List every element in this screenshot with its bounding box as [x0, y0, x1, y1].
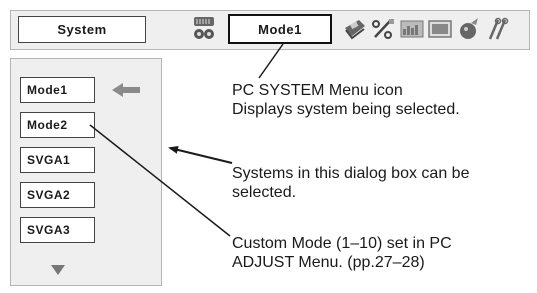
custom-mode-callout-line1: Custom Mode (1–10) set in PC	[232, 235, 452, 252]
custom-mode-callout-line	[89, 124, 231, 237]
systems-callout-arrow	[168, 145, 233, 164]
systems-dialog-callout-line2: selected.	[232, 184, 297, 201]
pc-system-callout-line2: Displays system being selected.	[232, 101, 460, 118]
pc-system-callout-line	[258, 43, 284, 79]
custom-mode-callout-line2: ADJUST Menu. (pp.27–28)	[232, 254, 425, 271]
pc-system-callout-line1: PC SYSTEM Menu icon	[232, 82, 403, 99]
systems-dialog-callout-line1: Systems in this dialog box can be	[232, 165, 470, 182]
